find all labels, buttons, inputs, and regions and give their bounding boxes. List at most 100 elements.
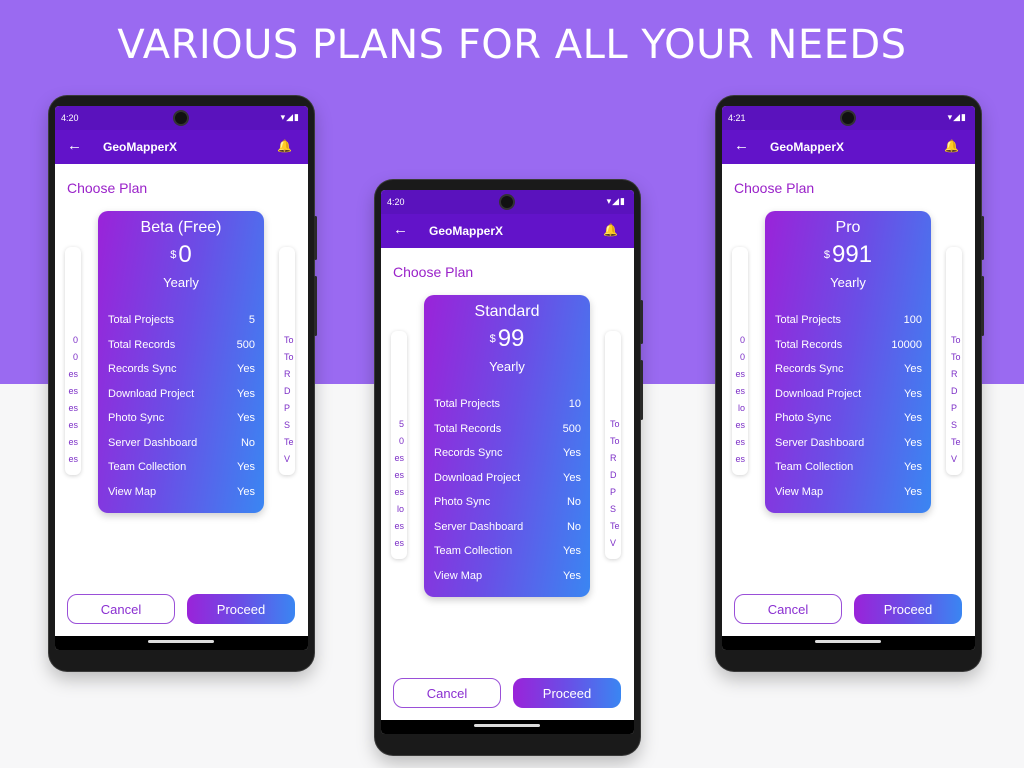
feature-label: Total Projects (108, 314, 175, 326)
ghost-text: 0 (398, 436, 404, 446)
feature-list: Total Projects 5 Total Records 500 Records… (108, 314, 255, 510)
ghost-text: es (68, 437, 78, 447)
choose-plan-heading: Choose Plan (734, 180, 815, 196)
home-gesture-pill[interactable] (474, 724, 540, 727)
screen: 4:20 ▾◢▮ ← GeoMapperX 🔔 Choose Plan 0 0 … (55, 106, 308, 650)
feature-row: Team Collection Yes (775, 461, 922, 486)
ghost-text: lo (396, 504, 404, 514)
screen: 4:21 ▾◢▮ ← GeoMapperX 🔔 Choose Plan 0 0 … (722, 106, 975, 650)
app-title: GeoMapperX (429, 224, 504, 238)
feature-label: Team Collection (108, 461, 187, 473)
ghost-text: Te (610, 521, 620, 531)
ghost-text: es (735, 437, 745, 447)
ghost-text: es (735, 420, 745, 430)
next-plan-card[interactable]: To To R D P S Te V (279, 247, 295, 475)
ghost-text: Te (951, 437, 961, 447)
ghost-text: D (610, 470, 617, 480)
status-bar: 4:21 ▾◢▮ (722, 106, 975, 130)
feature-label: Server Dashboard (434, 520, 524, 533)
ghost-text: es (394, 453, 404, 463)
ghost-text: P (951, 403, 958, 413)
feature-row: Photo Sync Yes (775, 412, 922, 437)
bell-icon[interactable]: 🔔 (277, 139, 292, 153)
proceed-button[interactable]: Proceed (513, 678, 621, 708)
status-bar: 4:20 ▾◢▮ (381, 190, 634, 214)
plan-card-standard[interactable]: Standard $99 Yearly Total Projects 10 Tot… (424, 295, 590, 597)
feature-label: Team Collection (434, 545, 513, 557)
nav-bar (381, 720, 634, 734)
ghost-text: es (68, 386, 78, 396)
next-plan-card[interactable]: To To R D P S Te V (605, 331, 621, 559)
feature-row: Download Project Yes (108, 388, 255, 413)
prev-plan-values: 5 0 es es es lo es es (394, 416, 404, 552)
ghost-text: es (68, 454, 78, 464)
plan-card-pro[interactable]: Pro $991 Yearly Total Projects 100 Total … (765, 211, 931, 513)
ghost-text: es (394, 487, 404, 497)
proceed-button[interactable]: Proceed (854, 594, 962, 624)
ghost-text: 0 (72, 335, 78, 345)
status-icons: ▾◢▮ (948, 112, 967, 123)
cancel-button[interactable]: Cancel (393, 678, 501, 708)
plan-price: 991 (832, 241, 873, 268)
camera-cutout (499, 194, 515, 210)
feature-value: No (240, 436, 255, 449)
app-title: GeoMapperX (103, 140, 178, 154)
status-bar: 4:20 ▾◢▮ (55, 106, 308, 130)
ghost-text: P (610, 487, 617, 497)
feature-row: Download Project Yes (775, 388, 922, 413)
feature-value: Yes (904, 436, 922, 449)
ghost-text: es (68, 403, 78, 413)
plan-price: 0 (178, 241, 192, 268)
feature-row: Server Dashboard No (108, 437, 255, 462)
cancel-button[interactable]: Cancel (67, 594, 175, 624)
back-arrow-icon[interactable]: ← (734, 137, 749, 154)
currency-symbol: $ (823, 249, 831, 261)
battery-icon: ▮ (294, 112, 300, 122)
prev-plan-card[interactable]: 0 0 es es es es es es (65, 247, 81, 475)
ghost-text: S (951, 420, 958, 430)
feature-label: Photo Sync (434, 496, 491, 508)
feature-row: Server Dashboard Yes (775, 437, 922, 462)
plan-period: Yearly (489, 359, 525, 374)
feature-value: 10000 (891, 338, 922, 351)
phone-standard: 4:20 ▾◢▮ ← GeoMapperX 🔔 Choose Plan 5 0 … (375, 180, 643, 755)
plan-card-beta[interactable]: Beta (Free) $0 Yearly Total Projects 5 To… (98, 211, 264, 513)
ghost-text: es (68, 420, 78, 430)
prev-plan-card[interactable]: 0 0 es es lo es es es (732, 247, 748, 475)
camera-cutout (173, 110, 189, 126)
feature-label: View Map (775, 485, 824, 498)
feature-value: Yes (563, 471, 581, 484)
plan-name: Standard (474, 303, 540, 320)
prev-plan-card[interactable]: 5 0 es es es lo es es (391, 331, 407, 559)
back-arrow-icon[interactable]: ← (67, 137, 82, 154)
feature-value: 500 (562, 422, 581, 435)
next-plan-labels: To To R D P S Te V (610, 416, 620, 552)
feature-value: Yes (237, 412, 255, 424)
feature-list: Total Projects 100 Total Records 10000 Rec… (775, 314, 922, 510)
proceed-button[interactable]: Proceed (187, 594, 295, 624)
back-arrow-icon[interactable]: ← (393, 221, 408, 238)
feature-row: Team Collection Yes (108, 461, 255, 486)
feature-label: Total Records (775, 338, 843, 351)
ghost-text: es (735, 386, 745, 396)
status-icons: ▾◢▮ (281, 112, 300, 123)
bell-icon[interactable]: 🔔 (944, 139, 959, 153)
cancel-button[interactable]: Cancel (734, 594, 842, 624)
ghost-text: 5 (398, 419, 404, 429)
bell-icon[interactable]: 🔔 (603, 223, 618, 237)
ghost-text: R (284, 369, 291, 379)
next-plan-card[interactable]: To To R D P S Te V (946, 247, 962, 475)
feature-label: View Map (434, 569, 483, 582)
home-gesture-pill[interactable] (148, 640, 214, 643)
ghost-text: D (951, 386, 958, 396)
feature-label: Records Sync (775, 363, 844, 375)
plan-price: 99 (497, 325, 525, 352)
volume-button (314, 276, 317, 336)
nav-bar (722, 636, 975, 650)
feature-row: Total Records 10000 (775, 339, 922, 364)
ghost-text: V (951, 454, 958, 464)
feature-value: No (566, 496, 581, 508)
ghost-text: To (951, 335, 961, 345)
power-button (314, 216, 317, 260)
home-gesture-pill[interactable] (815, 640, 881, 643)
